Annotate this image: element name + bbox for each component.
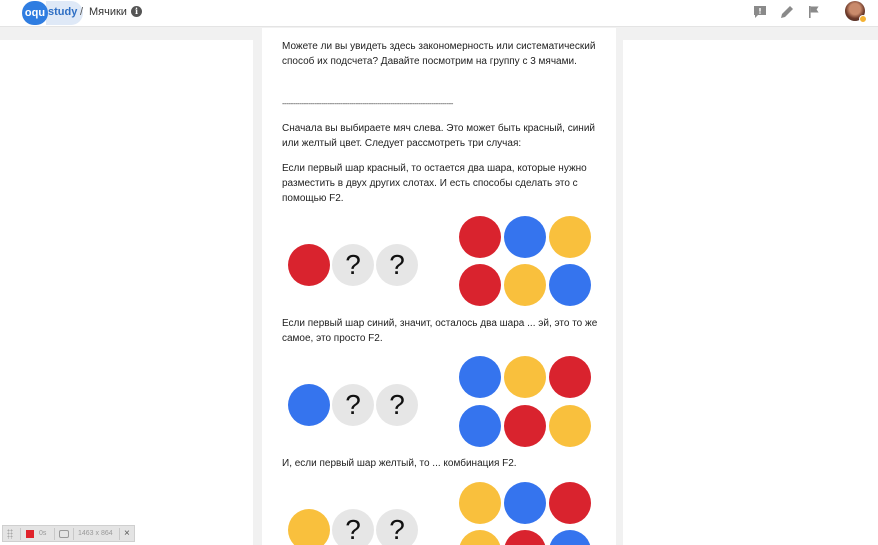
yellow-ball	[504, 356, 546, 398]
edit-pencil-icon[interactable]	[779, 4, 795, 20]
capture-size: 1463 x 864	[78, 530, 113, 537]
question-slot: ?	[376, 509, 418, 545]
logo-oqu-text: oqu	[22, 1, 48, 25]
breadcrumb-separator: /	[80, 6, 84, 18]
recording-time: 0s	[39, 530, 47, 537]
logo-study-text: study	[46, 1, 84, 25]
blue-ball	[459, 356, 501, 398]
blue-ball	[504, 482, 546, 524]
red-ball	[549, 482, 591, 524]
question-slot: ?	[376, 244, 418, 286]
blue-ball	[504, 216, 546, 258]
toolbar-divider	[54, 528, 55, 540]
record-stop-icon[interactable]	[26, 530, 34, 538]
top-bar: study oqu / Мячики i	[0, 0, 878, 27]
question-slot: ?	[376, 384, 418, 426]
paragraph-red-case: Если первый шар красный, то остается два…	[282, 163, 587, 204]
close-icon[interactable]: ×	[124, 528, 130, 539]
yellow-ball	[288, 509, 330, 545]
camera-icon[interactable]	[59, 530, 69, 538]
flag-icon[interactable]	[806, 4, 822, 20]
paragraph-pattern-question: Можете ли вы увидеть здесь закономерност…	[282, 41, 596, 67]
yellow-ball	[549, 216, 591, 258]
red-ball	[549, 356, 591, 398]
toolbar-divider	[119, 528, 120, 540]
page-title: Мячики	[89, 6, 127, 18]
blue-ball	[549, 530, 591, 545]
avatar-badge-icon	[859, 15, 867, 23]
red-ball	[288, 244, 330, 286]
blue-ball	[459, 405, 501, 447]
red-ball	[459, 216, 501, 258]
text-divider: ----------------------------------------…	[282, 99, 453, 108]
blue-ball	[288, 384, 330, 426]
question-slot: ?	[332, 384, 374, 426]
info-icon[interactable]: i	[131, 6, 142, 17]
red-ball	[504, 530, 546, 545]
toolbar-divider	[73, 528, 74, 540]
paragraph-blue-case: Если первый шар синий, значит, осталось …	[282, 318, 598, 344]
blue-ball	[549, 264, 591, 306]
left-panel	[0, 40, 253, 545]
paragraph-yellow-case: И, если первый шар желтый, то ... комбин…	[282, 458, 517, 469]
question-slot: ?	[332, 244, 374, 286]
yellow-ball	[504, 264, 546, 306]
yellow-ball	[549, 405, 591, 447]
yellow-ball	[459, 482, 501, 524]
red-ball	[459, 264, 501, 306]
paragraph-first-ball: Сначала вы выбираете мяч слева. Это може…	[282, 123, 595, 149]
red-ball	[504, 405, 546, 447]
question-slot: ?	[332, 509, 374, 545]
recorder-toolbar: 0s 1463 x 864 ×	[2, 525, 135, 542]
drag-handle-icon[interactable]	[7, 529, 13, 539]
article-content: Можете ли вы увидеть здесь закономерност…	[262, 28, 616, 545]
right-panel	[623, 40, 878, 545]
comment-icon[interactable]	[752, 4, 768, 20]
yellow-ball	[459, 530, 501, 545]
toolbar-divider	[20, 528, 21, 540]
